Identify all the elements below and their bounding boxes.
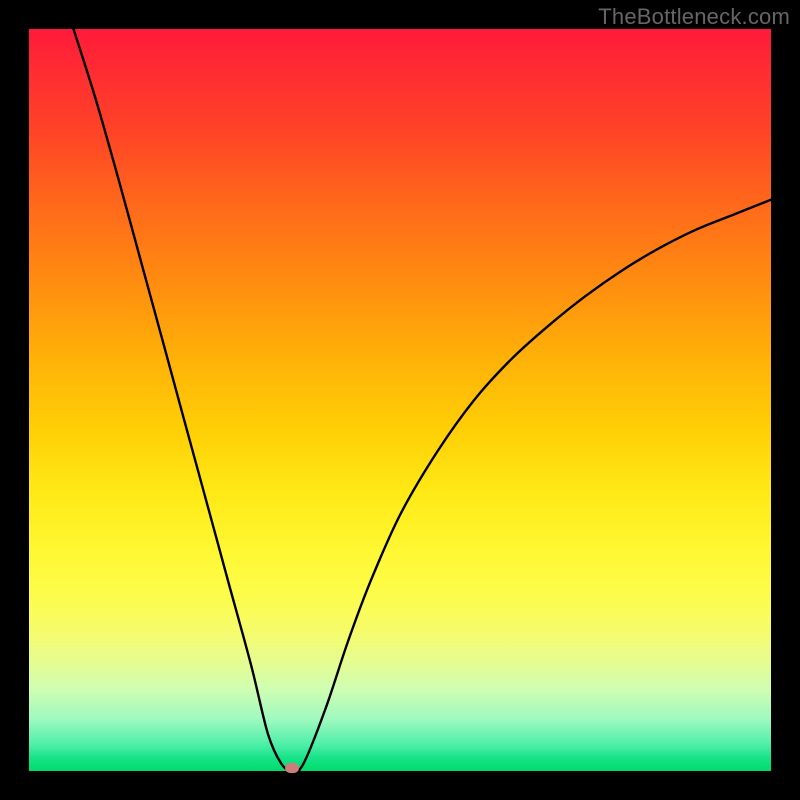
chart-frame: TheBottleneck.com <box>0 0 800 800</box>
plot-area <box>29 29 771 771</box>
watermark-text: TheBottleneck.com <box>598 4 790 30</box>
bottleneck-curve <box>29 29 771 771</box>
optimum-marker <box>285 763 299 773</box>
